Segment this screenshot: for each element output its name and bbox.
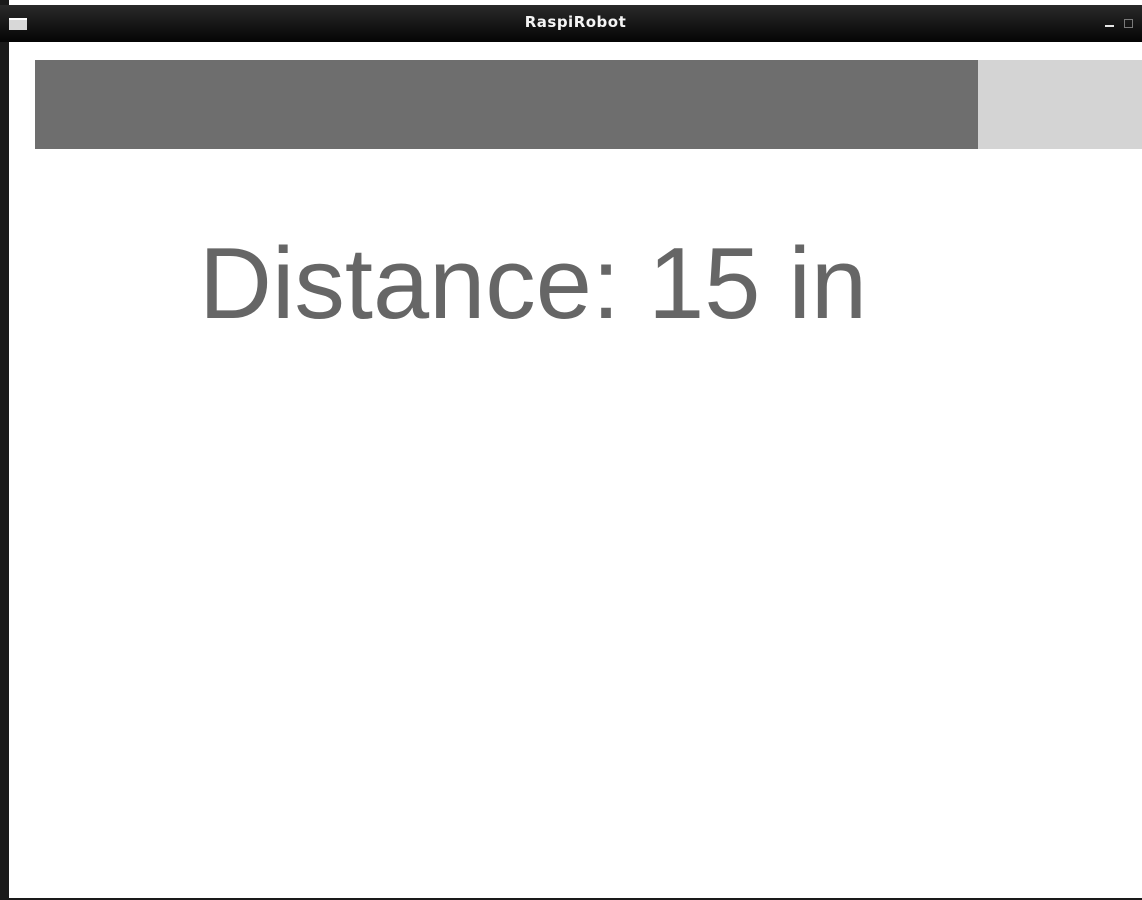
window-controls <box>1105 15 1142 31</box>
distance-bar-fill <box>35 60 978 149</box>
maximize-icon[interactable] <box>1124 17 1134 29</box>
raspirobot-window: RaspiRobot Distance: 15 in <box>0 0 1142 900</box>
title-bar[interactable]: RaspiRobot <box>0 5 1142 42</box>
window-title: RaspiRobot <box>524 13 627 31</box>
minimize-icon[interactable] <box>1105 17 1115 29</box>
distance-readout: Distance: 15 in <box>199 228 868 340</box>
distance-bar <box>35 60 1142 149</box>
